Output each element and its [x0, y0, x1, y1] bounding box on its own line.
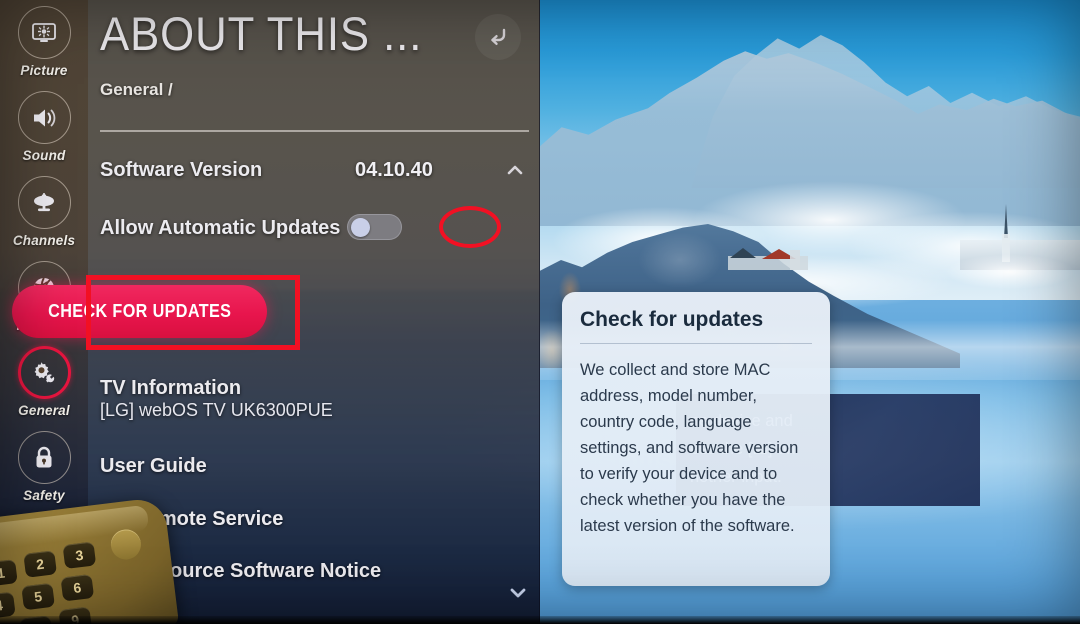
- speaker-icon: [17, 91, 71, 144]
- remote-key: 3: [62, 541, 97, 570]
- breadcrumb: General /: [100, 80, 173, 99]
- display-icon: [17, 6, 71, 59]
- check-for-updates-label: CHECK FOR UPDATES: [48, 301, 232, 321]
- sidebar-item-label: Picture: [20, 63, 68, 78]
- row-user-guide[interactable]: User Guide: [100, 452, 529, 480]
- tooltip-body: We collect and store MAC address, model …: [580, 361, 799, 535]
- physical-remote-control: 1 2 3 4 5 6 7 8 9: [0, 496, 180, 624]
- back-arrow-icon: [484, 21, 512, 54]
- tv-information-value: [LG] webOS TV UK6300PUE: [100, 400, 333, 420]
- tooltip-divider: [580, 343, 812, 344]
- sidebar-item-channels[interactable]: Channels: [0, 176, 88, 248]
- row-allow-automatic-updates[interactable]: Allow Automatic Updates: [100, 213, 529, 243]
- sidebar-item-sound[interactable]: Sound: [0, 91, 88, 163]
- bled-castle: [728, 248, 808, 270]
- check-for-updates-button[interactable]: CHECK FOR UPDATES: [12, 285, 268, 338]
- sidebar-item-general[interactable]: General: [0, 346, 88, 418]
- header-divider: [100, 130, 529, 132]
- town-fog: [940, 246, 1080, 294]
- tv-settings-screenshot: signa power of status, o ne device and e…: [0, 0, 1080, 624]
- screen-bottom-edge: [0, 616, 1080, 624]
- remote-key: 5: [21, 582, 55, 611]
- satellite-dish-icon: [17, 176, 71, 229]
- sidebar-item-label: Safety: [23, 488, 65, 503]
- allow-automatic-updates-toggle[interactable]: [347, 214, 402, 240]
- sidebar-item-label: Channels: [12, 233, 76, 248]
- remote-key: 6: [60, 573, 95, 602]
- remote-key: 2: [23, 550, 58, 578]
- sidebar-item-picture[interactable]: Picture: [0, 6, 88, 78]
- user-guide-label: User Guide: [100, 454, 207, 477]
- tv-information-label: TV Information: [100, 376, 242, 399]
- sidebar-item-safety[interactable]: Safety: [0, 431, 88, 503]
- software-version-label: Software Version: [100, 158, 263, 181]
- sidebar-item-label: General: [18, 403, 70, 418]
- tooltip-title: Check for updates: [580, 308, 764, 331]
- chevron-up-icon[interactable]: [505, 160, 525, 180]
- page-title: ABOUT THIS ...: [100, 7, 423, 60]
- gear-wrench-icon: [17, 346, 71, 399]
- back-button[interactable]: [475, 14, 521, 60]
- padlock-icon: [17, 431, 71, 484]
- row-software-version[interactable]: Software Version 04.10.40: [100, 155, 529, 185]
- toggle-knob: [351, 218, 370, 237]
- check-for-updates-tooltip: Check for updates We collect and store M…: [562, 292, 830, 586]
- sidebar-item-label: Sound: [22, 148, 66, 163]
- chevron-down-icon[interactable]: [508, 583, 528, 603]
- row-tv-information[interactable]: TV Information: [100, 374, 529, 402]
- software-version-value: 04.10.40: [355, 158, 433, 181]
- allow-automatic-updates-label: Allow Automatic Updates: [100, 216, 341, 239]
